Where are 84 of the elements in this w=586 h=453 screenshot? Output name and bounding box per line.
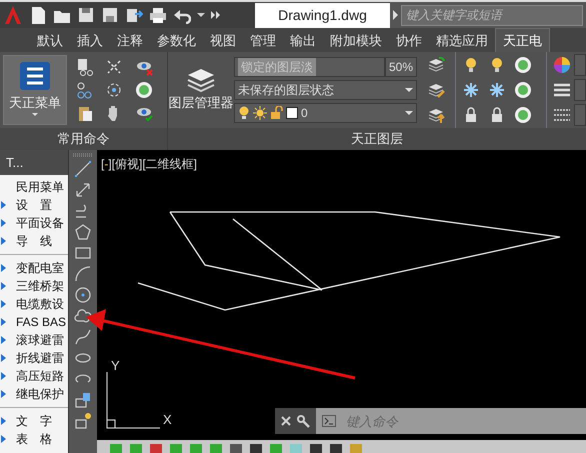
array-icon[interactable]	[105, 80, 124, 99]
block-icon[interactable]	[74, 391, 92, 409]
panel-title: 常用命令	[0, 128, 167, 150]
menu-item[interactable]: 设 置	[0, 196, 68, 214]
sun-icon	[253, 106, 267, 120]
line-icon[interactable]	[74, 160, 92, 178]
status-light-icon[interactable]	[514, 106, 532, 124]
insert-block-icon[interactable]	[74, 412, 92, 430]
caret-icon	[32, 112, 38, 116]
snowflake-icon[interactable]	[488, 80, 506, 99]
cloud-icon[interactable]	[74, 307, 92, 325]
layer-state-dropdown[interactable]: 未保存的图层状态	[234, 80, 417, 100]
menu-item[interactable]: 民用菜单	[0, 178, 68, 196]
axis-label: X	[163, 412, 172, 427]
menu-item[interactable]: 三维桥架	[0, 277, 68, 295]
toolbar-icon[interactable]	[229, 443, 243, 453]
ribbon-tab[interactable]: 默认	[30, 30, 70, 52]
ribbon-tab[interactable]: 管理	[243, 30, 283, 52]
scale-icon[interactable]	[105, 58, 124, 76]
layers-icon	[186, 67, 216, 94]
panel-title: 天正图层	[168, 128, 586, 150]
ribbon-tab[interactable]: 插入	[70, 30, 110, 52]
double-arrow-icon[interactable]	[74, 181, 92, 199]
menu-item[interactable]: 电缆敷设	[0, 295, 68, 313]
toolbar-icon[interactable]	[249, 443, 263, 453]
tianzheng-menu-button[interactable]: 天正菜单	[3, 55, 67, 125]
layer-stack-icon[interactable]	[427, 56, 445, 74]
caret-icon[interactable]	[197, 13, 205, 17]
expand-icon[interactable]	[211, 11, 220, 19]
save-icon[interactable]	[77, 6, 95, 24]
arc-icon[interactable]	[74, 265, 92, 283]
bulb-icon	[238, 106, 250, 120]
prompt-icon[interactable]	[322, 415, 336, 427]
color-swatch-icon	[286, 107, 298, 120]
menu-item[interactable]: 平面设备	[0, 214, 68, 232]
menu-item[interactable]: 折线避雷	[0, 349, 68, 367]
unlock-icon	[270, 106, 283, 120]
layer-dropdown[interactable]: 0	[234, 103, 417, 124]
share-icon[interactable]	[125, 6, 143, 24]
color-wheel-icon[interactable]	[553, 56, 571, 74]
save-as-icon[interactable]	[101, 6, 119, 24]
new-file-icon[interactable]	[29, 6, 47, 24]
viewport-controls[interactable]: [-][俯视][二维线框]	[101, 155, 198, 173]
menu-item[interactable]: 高压短路	[0, 367, 68, 385]
search-field[interactable]: 键入关键字或短语	[401, 4, 583, 26]
menu-item[interactable]: 导 线	[0, 232, 68, 250]
toolbar-icon[interactable]	[309, 443, 323, 453]
status-light-icon[interactable]	[514, 80, 532, 99]
ucs-icon	[106, 372, 160, 428]
print-icon[interactable]	[149, 6, 167, 24]
menu-item[interactable]: FAS BAS	[0, 313, 68, 331]
ribbon-tab[interactable]: 输出	[283, 30, 323, 52]
ribbon-tab[interactable]: 视图	[203, 30, 243, 52]
caret-icon	[405, 111, 413, 116]
menu-item[interactable]: 滚球避雷	[0, 331, 68, 349]
layer-up-icon[interactable]	[427, 106, 445, 124]
caret-icon	[405, 88, 413, 92]
status-light-icon[interactable]	[514, 56, 532, 74]
palette-title: T...	[6, 155, 24, 170]
ribbon-tab[interactable]: 参数化	[150, 30, 203, 52]
app-logo-icon	[17, 59, 53, 93]
menu-item[interactable]: 变配电室	[0, 259, 68, 277]
ribbon-tab[interactable]: 精选应用	[429, 30, 495, 52]
ribbon-tab[interactable]: 附加模块	[323, 30, 389, 52]
grip-icon[interactable]	[73, 153, 93, 157]
ribbon-tab[interactable]: 注释	[110, 30, 150, 52]
circle-icon[interactable]	[74, 286, 92, 304]
clipboard-icon[interactable]	[76, 104, 94, 122]
ribbon-tab[interactable]: 协作	[389, 30, 429, 52]
status-light-icon[interactable]	[134, 80, 153, 99]
close-icon[interactable]	[281, 416, 291, 426]
menu-item[interactable]: 文 字	[0, 412, 68, 430]
document-tab[interactable]: Drawing1.dwg	[255, 3, 390, 28]
ribbon-tab[interactable]: 天正电	[495, 28, 550, 52]
snowflake-icon[interactable]	[462, 80, 480, 99]
menu-item[interactable]: 继电保护	[0, 385, 68, 403]
toolbar-icon[interactable]	[329, 443, 343, 453]
menu-item[interactable]: 表 格	[0, 430, 68, 448]
polygon-icon[interactable]	[74, 223, 92, 241]
expand-arrow-icon[interactable]	[393, 10, 398, 20]
layer-manager-button[interactable]: 图层管理器	[168, 52, 234, 128]
axis-label: Y	[111, 358, 120, 373]
spline-icon[interactable]	[74, 328, 92, 346]
percent-field[interactable]: 50%	[384, 56, 417, 77]
